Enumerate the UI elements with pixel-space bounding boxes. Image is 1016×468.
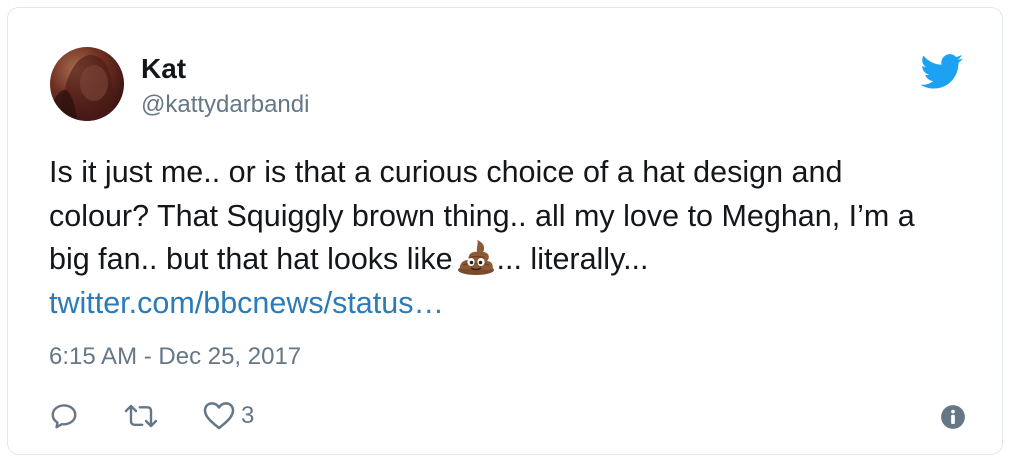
retweet-icon <box>121 401 161 431</box>
retweet-button[interactable] <box>121 401 161 431</box>
tweet-actions: 3 <box>49 398 296 434</box>
info-icon[interactable] <box>940 404 966 430</box>
reply-button[interactable] <box>49 401 79 431</box>
tweet-text-segment: ... literally... <box>496 242 649 276</box>
heart-icon <box>203 401 235 431</box>
tweet-timestamp[interactable]: 6:15 AM - Dec 25, 2017 <box>49 342 301 372</box>
tweet-link[interactable]: twitter.com/bbcnews/status… <box>49 282 979 326</box>
user-handle[interactable]: @kattydarbandi <box>141 90 309 120</box>
tweet-text-line: big fan.. but that hat looks like ... li… <box>49 238 979 282</box>
like-button[interactable]: 3 <box>203 401 254 431</box>
display-name[interactable]: Kat <box>141 52 186 86</box>
avatar[interactable] <box>50 47 124 121</box>
tweet-text-line: colour? That Squiggly brown thing.. all … <box>49 198 915 233</box>
tweet-card: Kat @kattydarbandi Is it just me.. or is… <box>7 7 1003 455</box>
twitter-bird-icon[interactable] <box>920 54 964 90</box>
tweet-text: Is it just me.. or is that a curious cho… <box>49 151 979 325</box>
like-count: 3 <box>241 402 255 429</box>
tweet-text-line: Is it just me.. or is that a curious cho… <box>49 155 843 189</box>
tweet-text-segment: big fan.. but that hat looks like <box>49 242 453 276</box>
pile-of-poo-emoji-icon <box>457 239 495 275</box>
reply-icon <box>49 401 79 431</box>
